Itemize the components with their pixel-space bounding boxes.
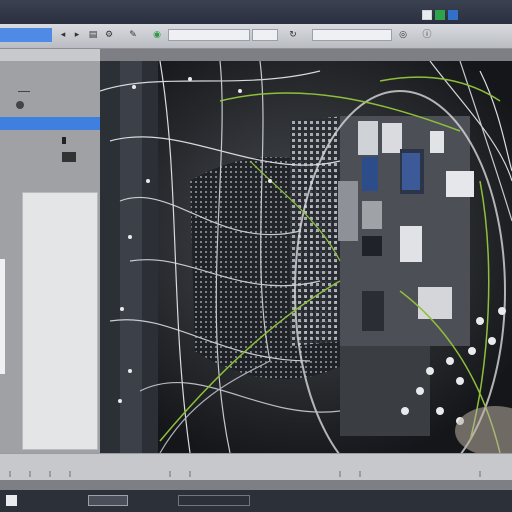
bottom-slider[interactable] [178, 495, 250, 506]
info-icon[interactable]: ⓘ [422, 30, 432, 40]
zoom-icon[interactable]: ◉ [152, 30, 162, 40]
divider [18, 91, 30, 92]
window-title-bar [0, 0, 512, 24]
image-canvas[interactable] [100, 61, 512, 453]
maximize-icon[interactable] [435, 10, 445, 20]
left-panel-preview [22, 192, 98, 450]
toolbar-field-2[interactable] [252, 29, 278, 41]
left-panel-header [0, 49, 100, 61]
target-icon[interactable]: ◎ [398, 30, 408, 40]
cursor-icon[interactable] [62, 137, 66, 144]
window-controls [422, 10, 458, 20]
forward-icon[interactable]: ▸ [72, 30, 82, 40]
status-ruler [9, 471, 481, 477]
close-icon[interactable] [448, 10, 458, 20]
status-bar [0, 453, 512, 480]
bottom-bar [0, 490, 512, 512]
refresh-icon[interactable]: ↻ [288, 30, 298, 40]
layers-icon[interactable]: ▤ [88, 30, 98, 40]
settings-icon[interactable]: ⚙ [104, 30, 114, 40]
canvas-artwork [100, 61, 512, 453]
left-panel-selected-item[interactable] [0, 117, 100, 130]
toolbar-field-1[interactable] [168, 29, 250, 41]
left-panel [0, 49, 100, 461]
minimize-icon[interactable] [422, 10, 432, 20]
bottom-input[interactable] [88, 495, 128, 506]
left-panel-scroll[interactable] [0, 259, 5, 374]
toolbar-field-3[interactable] [312, 29, 392, 41]
brush-icon[interactable] [16, 101, 24, 109]
tool-icon[interactable] [62, 152, 76, 162]
toolbar-active-tab[interactable] [0, 28, 52, 42]
back-icon[interactable]: ◂ [58, 30, 68, 40]
brush-icon[interactable]: ✎ [128, 30, 138, 40]
toolbar: ◂ ▸ ▤ ⚙ ✎ ◉ ↻ ◎ ⓘ [0, 24, 512, 49]
document-icon[interactable] [6, 495, 17, 506]
